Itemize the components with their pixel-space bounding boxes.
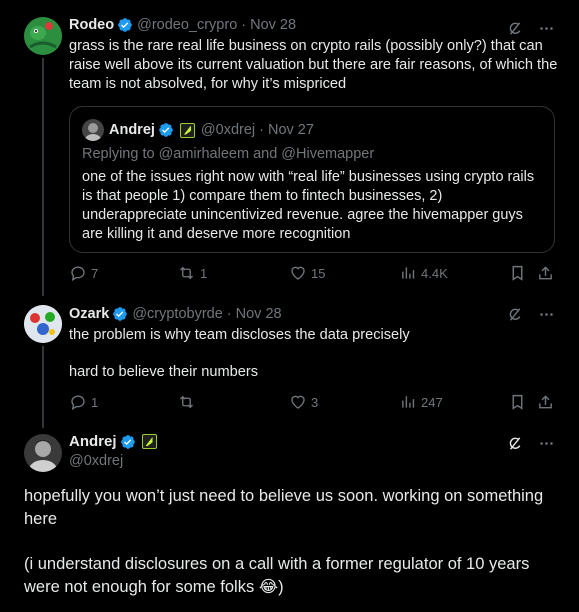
verified-badge-icon (120, 434, 135, 449)
views-icon (402, 267, 415, 279)
like-button[interactable]: 3 (289, 393, 318, 411)
separator-dot: · (226, 306, 232, 322)
tweet-actions: 7 1 15 4.4K (69, 264, 555, 284)
more-icon[interactable] (538, 435, 555, 452)
bookmark-icon[interactable] (509, 264, 526, 282)
reply-button[interactable]: 7 (69, 264, 98, 282)
reply-count: 1 (91, 394, 99, 410)
tweet-date[interactable]: Nov 28 (236, 306, 282, 322)
main-tweet-header: Andrej @0xdrej (69, 433, 157, 469)
verified-badge-icon (118, 18, 132, 32)
separator-dot: · (259, 122, 264, 138)
quote-date: Nov 27 (267, 122, 314, 138)
tweet-header: Rodeo @rodeo_crypro · Nov 28 (69, 17, 296, 33)
views-button[interactable]: 4.4K (400, 264, 448, 282)
repost-button[interactable]: 1 (177, 264, 207, 282)
author-handle[interactable]: @rodeo_crypro (137, 17, 237, 33)
tweet-top-actions (507, 20, 555, 37)
like-button[interactable]: 15 (289, 264, 325, 282)
tweet-text-line1: the problem is why team discloses the da… (69, 327, 410, 343)
reply-icon (71, 266, 85, 282)
avatar[interactable] (24, 17, 62, 55)
main-tweet-paragraph: (i understand disclosures on a call with… (24, 555, 530, 596)
like-icon (291, 395, 305, 409)
quote-avatar (82, 119, 104, 141)
tweet-top-actions (507, 435, 555, 452)
tweet-actions: 1 3 247 (69, 393, 555, 413)
author-name[interactable]: Andrej (69, 433, 117, 450)
grok-icon[interactable] (507, 435, 524, 452)
repost-count: 1 (200, 265, 208, 281)
like-count: 15 (311, 265, 326, 281)
grok-icon[interactable] (507, 306, 524, 323)
repost-icon (180, 266, 193, 280)
quote-author-name: Andrej (109, 122, 155, 138)
quote-header: Andrej @0xdrej · Nov 27 (82, 119, 314, 141)
quote-author-handle: @0xdrej (200, 122, 256, 138)
thread-line (42, 58, 44, 296)
author-handle[interactable]: @cryptobyrde (132, 306, 222, 322)
author-name[interactable]: Rodeo (69, 17, 114, 33)
reply-icon (71, 395, 85, 411)
views-count: 247 (421, 394, 443, 410)
avatar[interactable] (24, 434, 62, 472)
tweet-date[interactable]: Nov 28 (250, 17, 296, 33)
like-count: 3 (311, 394, 319, 410)
repost-button[interactable] (177, 393, 200, 411)
quote-text: one of the issues right now with “real l… (82, 169, 535, 242)
repost-icon (180, 395, 193, 409)
verified-badge-icon (159, 123, 173, 137)
share-icon[interactable] (537, 393, 554, 411)
verified-badge-icon (113, 307, 128, 321)
more-icon[interactable] (538, 20, 555, 37)
separator-dot: · (241, 17, 247, 33)
main-tweet-text: hopefully you won’t just need to believe… (24, 485, 554, 599)
tweet-header: Ozark @cryptobyrde · Nov 28 (69, 306, 282, 322)
share-icon[interactable] (537, 264, 554, 282)
affiliate-badge-icon (179, 122, 195, 138)
thread-line (42, 346, 44, 428)
reply-button[interactable]: 1 (69, 393, 98, 411)
tweet-text-line2: hard to believe their numbers (69, 364, 259, 380)
affiliate-badge-icon (141, 434, 157, 449)
tweet-text: grass is the rare real life business on … (69, 38, 558, 92)
more-icon[interactable] (538, 306, 555, 323)
views-button[interactable]: 247 (400, 393, 443, 411)
main-tweet-paragraph: hopefully you won’t just need to believe… (24, 487, 544, 528)
quoted-tweet[interactable]: Andrej @0xdrej · Nov 27 Replying to @ami… (69, 106, 555, 253)
author-handle[interactable]: @0xdrej (69, 453, 157, 469)
tweet-top-actions (507, 306, 555, 323)
bookmark-icon[interactable] (509, 393, 526, 411)
avatar[interactable] (24, 305, 62, 343)
views-icon (402, 396, 415, 408)
quote-replying-to: Replying to @amirhaleem and @Hivemapper (82, 146, 375, 162)
reply-count: 7 (91, 265, 99, 281)
grok-icon[interactable] (507, 20, 524, 37)
like-icon (291, 266, 305, 280)
views-count: 4.4K (421, 265, 448, 281)
author-name[interactable]: Ozark (69, 306, 109, 322)
